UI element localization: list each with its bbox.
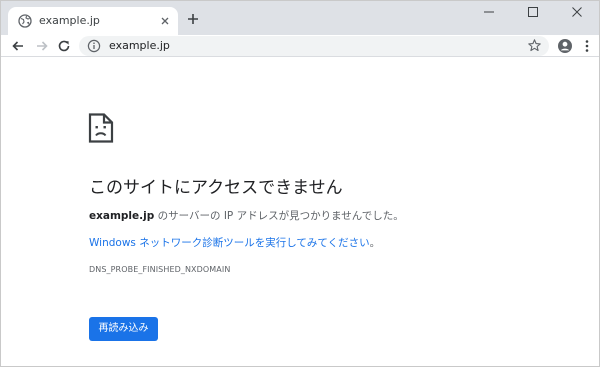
browser-toolbar: example.jp [1, 35, 599, 57]
back-icon[interactable] [10, 38, 26, 54]
close-icon[interactable] [158, 14, 172, 28]
new-tab-icon[interactable] [185, 11, 201, 27]
forward-icon[interactable] [34, 38, 50, 54]
profile-avatar-icon[interactable] [557, 38, 573, 54]
url-text: example.jp [109, 39, 170, 52]
close-window-icon [572, 7, 582, 17]
address-bar[interactable]: example.jp [79, 36, 549, 56]
tab-title: example.jp [39, 14, 100, 27]
bookmark-star-icon[interactable] [527, 38, 542, 53]
error-code: DNS_PROBE_FINISHED_NXDOMAIN [89, 265, 231, 274]
close-window-button[interactable] [555, 1, 599, 23]
minimize-icon [484, 11, 494, 13]
diagnostics-period: 。 [369, 237, 381, 249]
reload-button[interactable]: 再読み込み [89, 317, 158, 341]
diagnostics-line: Windows ネットワーク診断ツールを実行してみてください。 [89, 235, 380, 251]
globe-icon [18, 14, 32, 28]
maximize-button[interactable] [511, 1, 555, 23]
tab-example[interactable]: example.jp [8, 7, 178, 35]
reload-icon[interactable] [56, 38, 72, 54]
sad-page-icon [88, 113, 114, 143]
error-description: example.jp のサーバーの IP アドレスが見つかりませんでした。 [89, 208, 404, 224]
more-menu-icon[interactable] [579, 38, 595, 54]
error-message: のサーバーの IP アドレスが見つかりませんでした。 [154, 210, 404, 222]
error-heading: このサイトにアクセスできません [89, 178, 343, 198]
error-page: このサイトにアクセスできません example.jp のサーバーの IP アドレ… [1, 58, 599, 366]
maximize-icon [528, 7, 538, 17]
minimize-button[interactable] [467, 1, 511, 23]
diagnostics-link[interactable]: Windows ネットワーク診断ツールを実行してみてください [89, 237, 370, 249]
info-icon[interactable] [87, 39, 101, 53]
tab-strip: example.jp [1, 1, 599, 35]
browser-window: example.jp example.jp このサイトにアクセスできません ex… [0, 0, 600, 367]
error-host: example.jp [89, 210, 155, 222]
